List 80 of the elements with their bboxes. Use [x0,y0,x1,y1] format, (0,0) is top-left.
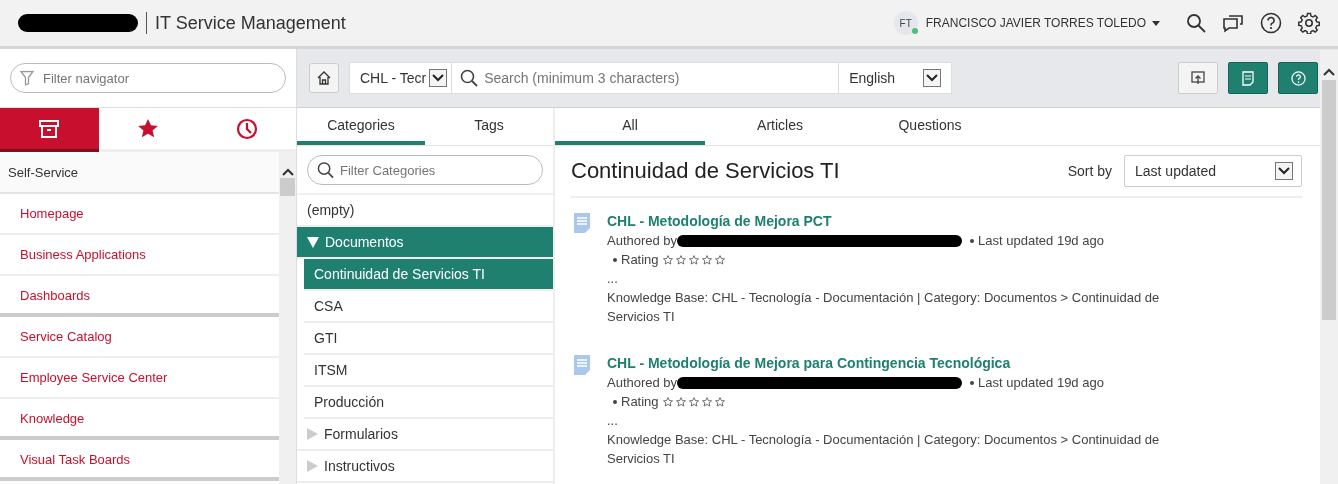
bullet-icon [970,238,975,243]
knowledge-base-select[interactable]: CHL - Tecr [349,62,453,94]
help-button[interactable] [1278,62,1318,94]
article-icon [573,212,591,234]
filter-navigator-field[interactable]: Filter navigator [10,63,286,93]
section-header[interactable]: Self-Service [0,152,279,194]
empty-star-icon [675,396,686,407]
help-icon[interactable] [1260,12,1282,34]
empty-star-icon [688,396,699,407]
category-tab[interactable]: Categories [297,108,425,145]
search-icon [317,161,334,179]
app-title: IT Service Management [155,12,346,34]
sort-select[interactable]: Last updated [1124,155,1302,187]
chat-icon[interactable] [1222,13,1244,33]
category-item[interactable]: Continuidad de Servicios TI [304,259,553,291]
bullet-icon [970,380,975,385]
document-icon [1242,70,1254,86]
article-title-link[interactable]: CHL - Metodología de Mejora para Contingencia Tecnológica [607,354,1207,373]
empty-star-icon [662,254,673,265]
dropdown-icon [1275,162,1293,180]
bullet-icon [613,257,617,262]
empty-star-icon [701,254,712,265]
snippet-text: ... [607,412,619,430]
scroll-up-icon[interactable] [1323,68,1335,76]
help-icon [1290,70,1306,86]
star-icon [137,118,159,139]
article-button[interactable] [1228,62,1268,94]
search-icon [460,69,479,87]
rating-label: Rating [621,393,659,411]
user-name[interactable]: FRANCISCO JAVIER TORRES TOLEDO [925,16,1146,30]
category-item[interactable]: ITSM [304,355,553,387]
article-title-link[interactable]: CHL - Metodología de Mejora PCT [607,212,1207,231]
author-label: Authored by [607,374,678,392]
knowledge-base-text: Knowledge Base: CHL - Tecnología - Documentación | Category: Documentos > Continuidad de Servicios TI [607,431,1161,468]
clock-icon [235,117,258,140]
empty-star-icon [688,254,699,265]
category-item[interactable]: Formularios [297,419,553,451]
empty-star-icon [662,396,673,407]
category-item[interactable]: GTI [304,323,553,355]
article-icon [573,354,591,376]
category-item[interactable]: Producción [304,387,553,419]
rating-label: Rating [621,251,659,269]
search-icon[interactable] [1186,13,1206,33]
author-label: Authored by [607,232,678,250]
navigator-tab[interactable] [0,108,99,152]
archive-icon [39,119,60,138]
snippet-text: ... [607,270,619,288]
result-tab[interactable]: Questions [855,108,1005,145]
empty-star-icon [701,396,712,407]
scrollbar-thumb[interactable] [280,178,295,196]
category-item[interactable]: Instructivos [297,451,553,483]
category-tab[interactable]: Tags [425,108,553,145]
upload-icon [1191,71,1205,85]
page-heading: Continuidad de Servicios TI [571,158,840,184]
updated-text: Last updated 19d ago [978,374,1104,392]
updated-text: Last updated 19d ago [978,232,1104,250]
sort-label: Sort by [1067,163,1112,179]
result-tab[interactable]: Articles [705,108,855,145]
filter-icon [20,70,34,86]
home-button[interactable] [309,63,339,93]
settings-icon[interactable] [1298,12,1320,34]
language-select[interactable]: English [838,62,953,94]
search-field[interactable]: Search (minimum 3 characters) [452,62,839,94]
category-item[interactable]: CSA [304,291,553,323]
result-tab[interactable]: All [555,108,705,145]
bullet-icon [613,399,617,404]
caret-icon[interactable] [1152,20,1160,26]
category-item[interactable]: Documentos [297,227,553,259]
scrollbar-thumb[interactable] [1322,80,1336,320]
post-button[interactable] [1178,62,1218,94]
empty-star-icon [675,254,686,265]
empty-star-icon [714,396,725,407]
knowledge-base-text: Knowledge Base: CHL - Tecnología - Documentación | Category: Documentos > Continuidad de Servicios TI [607,289,1161,326]
empty-star-icon [714,254,725,265]
dropdown-icon [429,69,448,87]
collapse-icon[interactable] [281,168,294,176]
user-avatar[interactable]: FT [893,11,918,35]
filter-categories-field[interactable]: Filter Categories [307,155,543,185]
home-icon [317,71,331,85]
dropdown-icon [923,69,942,87]
